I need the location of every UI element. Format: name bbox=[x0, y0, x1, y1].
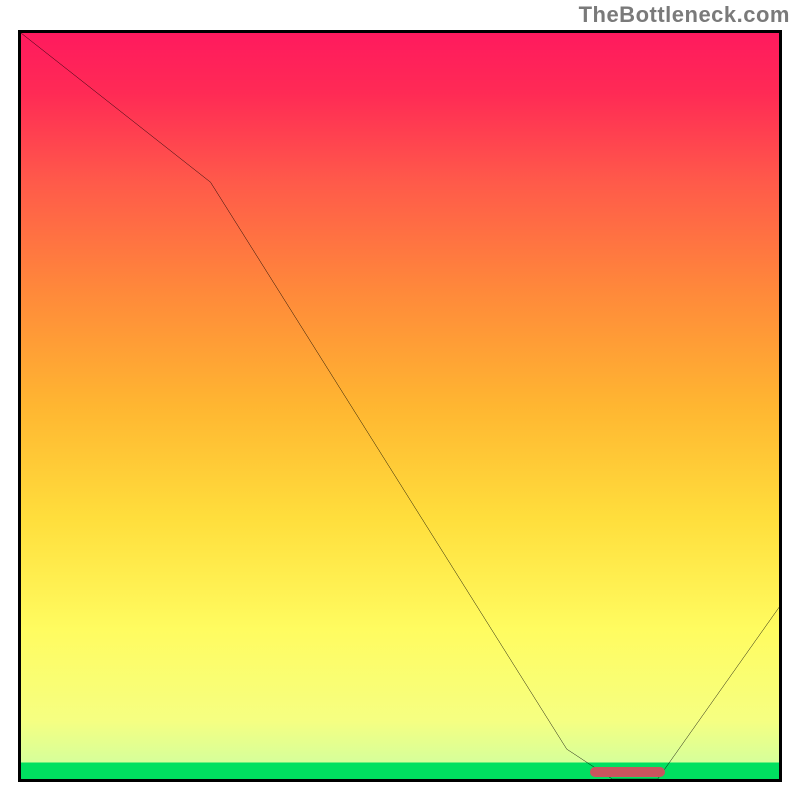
optimal-range-marker bbox=[590, 767, 666, 777]
bottleneck-curve bbox=[21, 33, 779, 779]
watermark-text: TheBottleneck.com bbox=[579, 2, 790, 28]
chart-area bbox=[18, 30, 782, 782]
